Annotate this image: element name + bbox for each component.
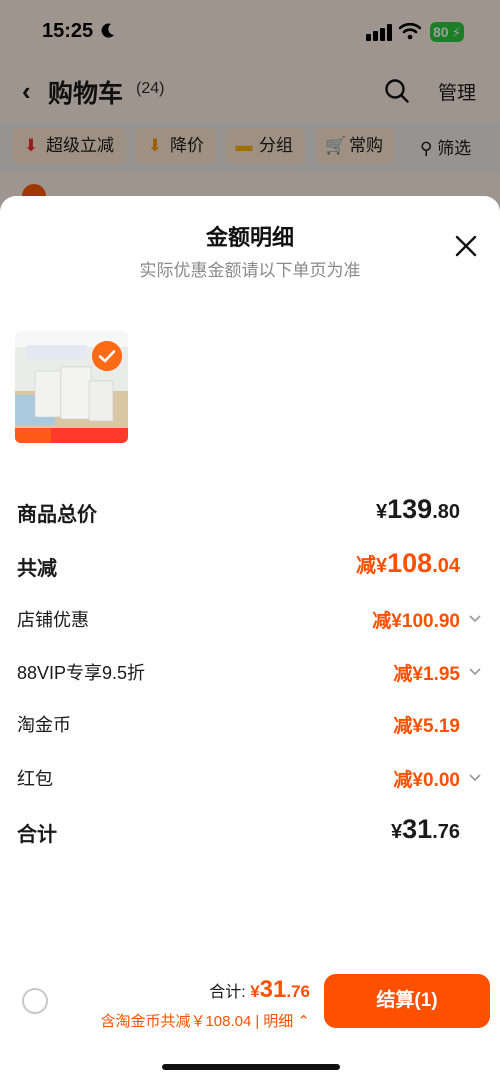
close-icon[interactable]	[454, 234, 478, 258]
checked-icon[interactable]	[92, 341, 122, 371]
checkout-bar: 合计: ¥31.76 含淘金币共减￥108.04 | 明细 ⌃ 结算(1)	[0, 960, 500, 1082]
bottom-total: 合计: ¥31.76	[209, 976, 310, 1003]
coins-value: 减¥5.19	[393, 716, 460, 737]
chevron-up-icon: ⌃	[297, 1013, 310, 1030]
total-price-label: 商品总价	[17, 504, 97, 526]
red-packet-value: 减¥0.00	[393, 770, 460, 791]
home-indicator	[162, 1064, 340, 1070]
sum-value: ¥31.76	[391, 814, 460, 844]
store-discount-value: 减¥100.90	[372, 611, 460, 632]
detail-toggle[interactable]: 明细 ⌃	[263, 1013, 310, 1030]
saving-text: 含淘金币共减￥108.04	[100, 1013, 252, 1030]
select-all-checkbox[interactable]	[22, 988, 48, 1014]
sheet-title: 金额明细	[205, 225, 294, 250]
amount-detail-sheet: 金额明细 实际优惠金额请以下单页为准 商品总价 ¥139.80 共减 减¥108…	[0, 196, 500, 1082]
sum-label: 合计	[17, 824, 57, 846]
vip-discount-label: 88VIP专享9.5折	[17, 663, 146, 683]
saving-summary: 含淘金币共减￥108.04 | 明细 ⌃	[100, 1013, 310, 1030]
red-packet-label: 红包	[17, 769, 53, 789]
store-discount-label: 店铺优惠	[17, 610, 89, 630]
total-discount-label: 共减	[17, 558, 57, 580]
chevron-down-icon[interactable]	[468, 614, 482, 624]
total-discount-value: 减¥108.04	[356, 548, 460, 578]
sheet-subtitle: 实际优惠金额请以下单页为准	[139, 261, 361, 280]
checkout-button[interactable]: 结算(1)	[324, 974, 490, 1028]
chevron-down-icon[interactable]	[468, 667, 482, 677]
coins-label: 淘金币	[17, 715, 71, 735]
chevron-down-icon[interactable]	[468, 773, 482, 783]
total-price-value: ¥139.80	[376, 494, 460, 524]
vip-discount-value: 减¥1.95	[393, 664, 460, 685]
